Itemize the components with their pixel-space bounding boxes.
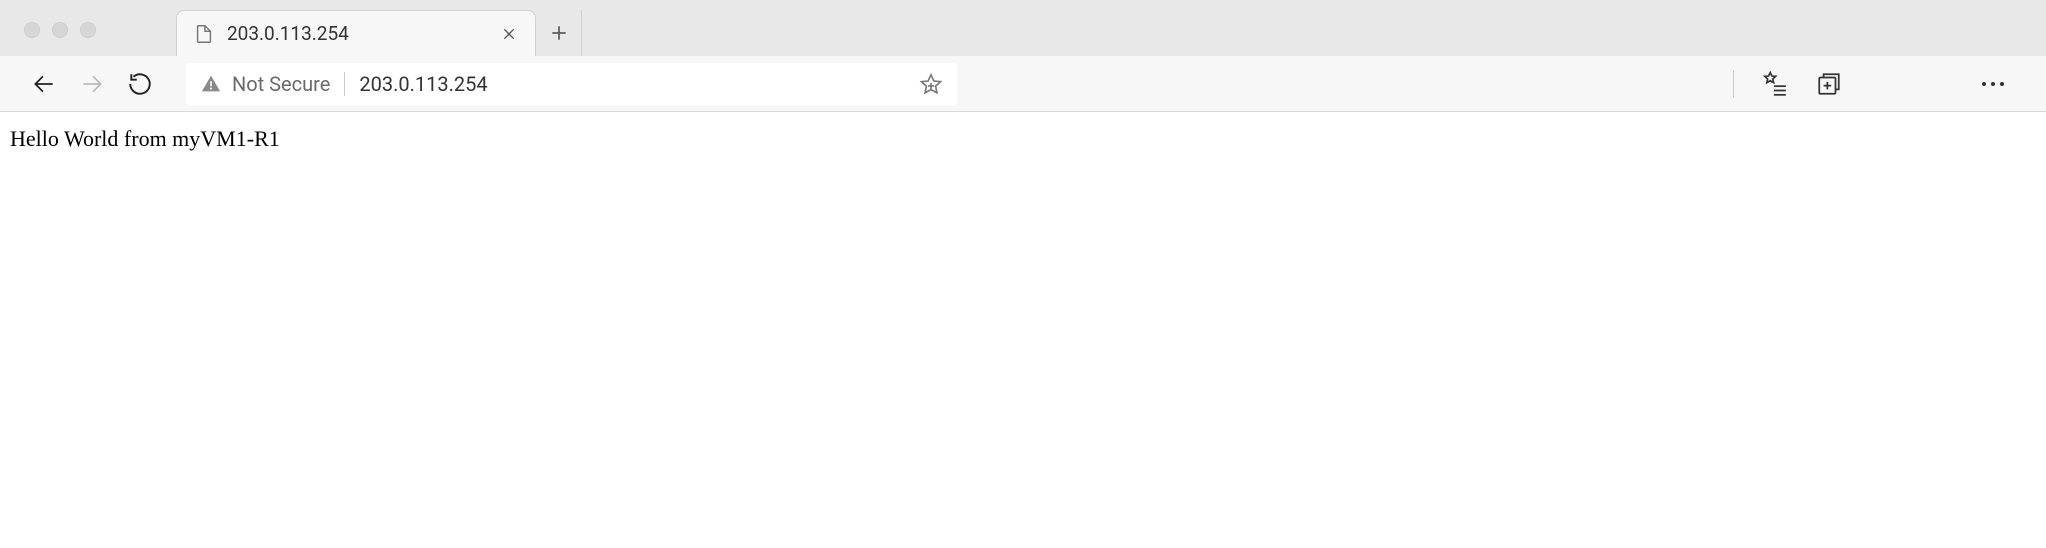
warning-icon: [200, 73, 222, 95]
new-tab-button[interactable]: [536, 10, 582, 56]
security-indicator[interactable]: Not Secure: [200, 72, 330, 96]
favorite-button[interactable]: [919, 72, 943, 96]
address-divider: [344, 72, 345, 96]
page-viewport: Hello World from myVM1-R1: [0, 112, 2046, 166]
back-button[interactable]: [24, 64, 64, 104]
security-label: Not Secure: [232, 72, 330, 96]
forward-button[interactable]: [72, 64, 112, 104]
tab-close-button[interactable]: [499, 24, 519, 44]
settings-menu-button[interactable]: [1980, 80, 2006, 88]
toolbar-divider: [1733, 70, 1734, 98]
page-icon: [193, 23, 215, 45]
tab-title: 203.0.113.254: [227, 22, 487, 45]
tab-strip: 203.0.113.254: [0, 0, 2046, 56]
favorites-list-button[interactable]: [1762, 71, 1788, 97]
window-controls: [24, 22, 96, 38]
window-close-button[interactable]: [24, 22, 40, 38]
tab-bar: 203.0.113.254: [176, 0, 582, 56]
window-maximize-button[interactable]: [80, 22, 96, 38]
page-body-text: Hello World from myVM1-R1: [10, 126, 2036, 152]
url-text[interactable]: 203.0.113.254: [359, 72, 918, 96]
address-bar[interactable]: Not Secure 203.0.113.254: [186, 63, 957, 105]
collections-button[interactable]: [1816, 71, 1842, 97]
toolbar-right-group: [1733, 70, 2022, 98]
browser-tab[interactable]: 203.0.113.254: [176, 10, 536, 56]
reload-button[interactable]: [120, 64, 160, 104]
toolbar: Not Secure 203.0.113.254: [0, 56, 2046, 112]
window-minimize-button[interactable]: [52, 22, 68, 38]
